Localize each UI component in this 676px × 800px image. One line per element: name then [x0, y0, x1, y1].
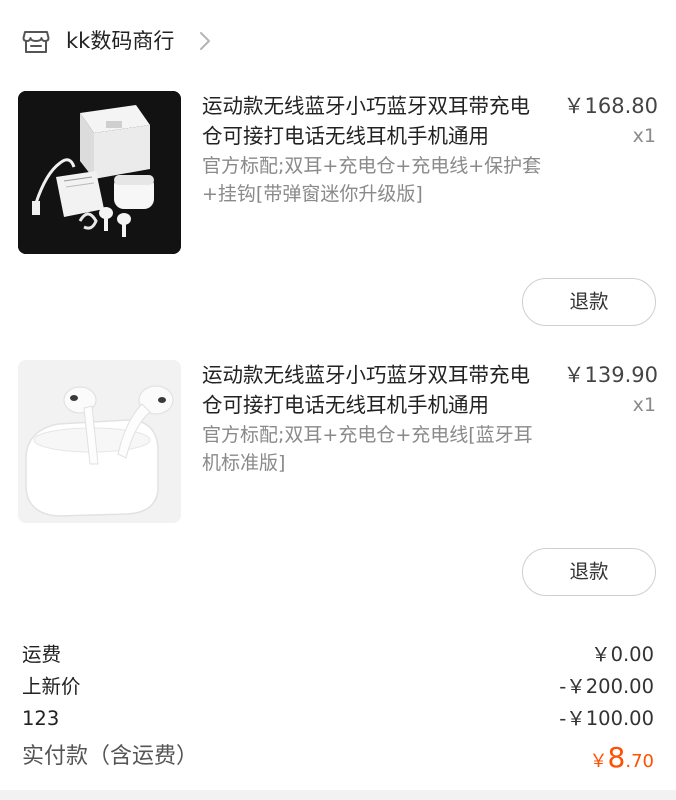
- product-image[interactable]: [18, 91, 181, 254]
- total-decimal: .70: [625, 751, 654, 772]
- store-icon: [22, 31, 50, 53]
- discount-row: 上新价 -￥200.00: [22, 671, 654, 703]
- shipping-value: ￥0.00: [591, 643, 654, 666]
- product-price: ￥139.90: [563, 363, 658, 387]
- product-quantity: x1: [632, 125, 656, 147]
- discount-value: -￥200.00: [559, 675, 654, 698]
- refund-button[interactable]: 退款: [522, 278, 656, 326]
- discount-label: 123: [22, 707, 60, 730]
- product-spec: 官方标配;双耳+充电仓+充电线+保护套+挂钩[带弹窗迷你升级版]: [202, 155, 542, 205]
- product-title[interactable]: 运动款无线蓝牙小巧蓝牙双耳带充电仓可接打电话无线耳机手机通用: [202, 91, 542, 151]
- refund-button[interactable]: 退款: [522, 548, 656, 596]
- total-label: 实付款（含运费）: [22, 744, 199, 769]
- product-spec: 官方标配;双耳+充电仓+充电线[蓝牙耳机标准版]: [202, 424, 533, 474]
- total-integer: 8: [607, 741, 626, 774]
- bottom-divider: [0, 790, 676, 800]
- discount-row: 123 -￥100.00: [22, 703, 654, 735]
- product-image[interactable]: [18, 360, 181, 523]
- discount-value: -￥100.00: [559, 707, 654, 730]
- shop-header[interactable]: kk数码商行: [0, 0, 676, 80]
- shop-name: kk数码商行: [66, 29, 175, 53]
- product-title[interactable]: 运动款无线蓝牙小巧蓝牙双耳带充电仓可接打电话无线耳机手机通用: [202, 360, 542, 420]
- product-price: ￥168.80: [563, 94, 658, 118]
- earphone-box-image: [18, 91, 181, 254]
- total-currency: ￥: [589, 751, 608, 772]
- shipping-label: 运费: [22, 643, 62, 666]
- total-row: 实付款（含运费） ￥8.70: [22, 740, 654, 776]
- shipping-row: 运费 ￥0.00: [22, 639, 654, 671]
- chevron-right-icon: [200, 32, 210, 50]
- discount-label: 上新价: [22, 675, 81, 698]
- total-amount: ￥8.70: [590, 740, 654, 780]
- earphone-case-image: [18, 360, 181, 523]
- product-quantity: x1: [632, 394, 656, 416]
